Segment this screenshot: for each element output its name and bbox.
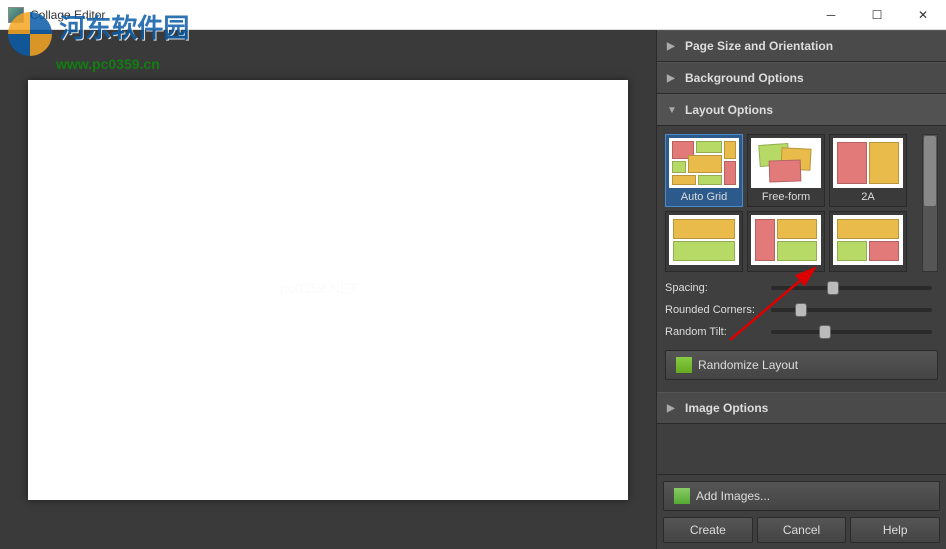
layout-label: Free-form: [762, 191, 810, 203]
layout-thumb: [751, 215, 821, 265]
layout-label: Auto Grid: [681, 191, 727, 203]
layout-scrollbar[interactable]: [922, 134, 938, 272]
collage-canvas[interactable]: [28, 80, 628, 500]
canvas-area: [0, 30, 656, 549]
panel-image-options[interactable]: ▶ Image Options: [657, 392, 946, 424]
rounded-label: Rounded Corners:: [665, 304, 765, 316]
add-images-button[interactable]: Add Images...: [663, 481, 940, 511]
randomize-label: Randomize Layout: [698, 358, 798, 372]
layout-auto-grid[interactable]: Auto Grid: [665, 134, 743, 207]
chevron-down-icon: ▼: [667, 105, 677, 116]
layout-2a[interactable]: 2A: [829, 134, 907, 207]
minimize-button[interactable]: ─: [808, 0, 854, 30]
chevron-right-icon: ▶: [667, 73, 677, 84]
scrollbar-thumb[interactable]: [924, 136, 936, 206]
panel-title: Background Options: [685, 71, 804, 85]
randomize-layout-button[interactable]: Randomize Layout: [665, 350, 938, 380]
create-button[interactable]: Create: [663, 517, 753, 543]
slider-knob[interactable]: [795, 303, 807, 317]
slider-knob[interactable]: [819, 325, 831, 339]
add-images-label: Add Images...: [696, 489, 770, 503]
panel-title: Page Size and Orientation: [685, 39, 833, 53]
layout-thumb: [669, 138, 739, 188]
spacing-slider[interactable]: [771, 286, 932, 290]
slider-knob[interactable]: [827, 281, 839, 295]
tilt-slider[interactable]: [771, 330, 932, 334]
panel-layout-body: Auto Grid Free-form: [657, 126, 946, 392]
panel-background[interactable]: ▶ Background Options: [657, 62, 946, 94]
panel-page-size[interactable]: ▶ Page Size and Orientation: [657, 30, 946, 62]
titlebar: Collage Editor ─ ☐ ✕: [0, 0, 946, 30]
layout-item-4[interactable]: [665, 211, 743, 272]
app-icon: [8, 7, 24, 23]
chevron-right-icon: ▶: [667, 41, 677, 52]
layout-free-form[interactable]: Free-form: [747, 134, 825, 207]
chevron-right-icon: ▶: [667, 403, 677, 414]
layout-thumb: [833, 215, 903, 265]
layout-thumb: [669, 215, 739, 265]
cancel-button[interactable]: Cancel: [757, 517, 847, 543]
add-images-icon: [674, 488, 690, 504]
sidebar: ▶ Page Size and Orientation ▶ Background…: [656, 30, 946, 549]
help-button[interactable]: Help: [850, 517, 940, 543]
panel-title: Image Options: [685, 401, 768, 415]
bottom-bar: Add Images... Create Cancel Help: [657, 474, 946, 549]
layout-item-5[interactable]: [747, 211, 825, 272]
window-title: Collage Editor: [30, 8, 808, 22]
spacing-row: Spacing:: [665, 282, 938, 294]
layout-thumb: [751, 138, 821, 188]
layout-thumb: [833, 138, 903, 188]
layout-label: 2A: [861, 191, 874, 203]
layout-item-6[interactable]: [829, 211, 907, 272]
panel-title: Layout Options: [685, 103, 773, 117]
tilt-label: Random Tilt:: [665, 326, 765, 338]
randomize-icon: [676, 357, 692, 373]
tilt-row: Random Tilt:: [665, 326, 938, 338]
spacing-label: Spacing:: [665, 282, 765, 294]
maximize-button[interactable]: ☐: [854, 0, 900, 30]
close-button[interactable]: ✕: [900, 0, 946, 30]
panel-layout[interactable]: ▼ Layout Options: [657, 94, 946, 126]
rounded-row: Rounded Corners:: [665, 304, 938, 316]
layout-grid: Auto Grid Free-form: [665, 134, 918, 272]
rounded-slider[interactable]: [771, 308, 932, 312]
